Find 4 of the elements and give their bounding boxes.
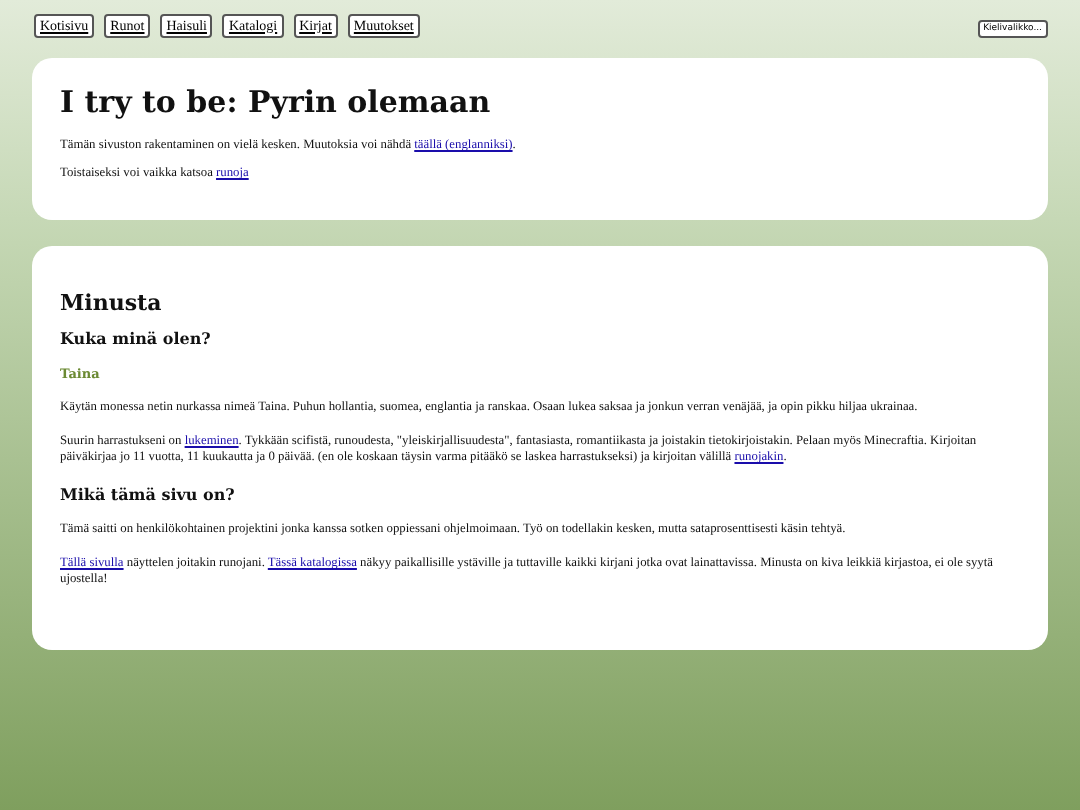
section-heading: Minusta [60,290,164,316]
page-title: I try to be: Pyrin olemaan [60,84,493,120]
subheading: Kuka minä olen? [60,328,213,348]
subheading: Mikä tämä sivu on? [60,484,237,504]
